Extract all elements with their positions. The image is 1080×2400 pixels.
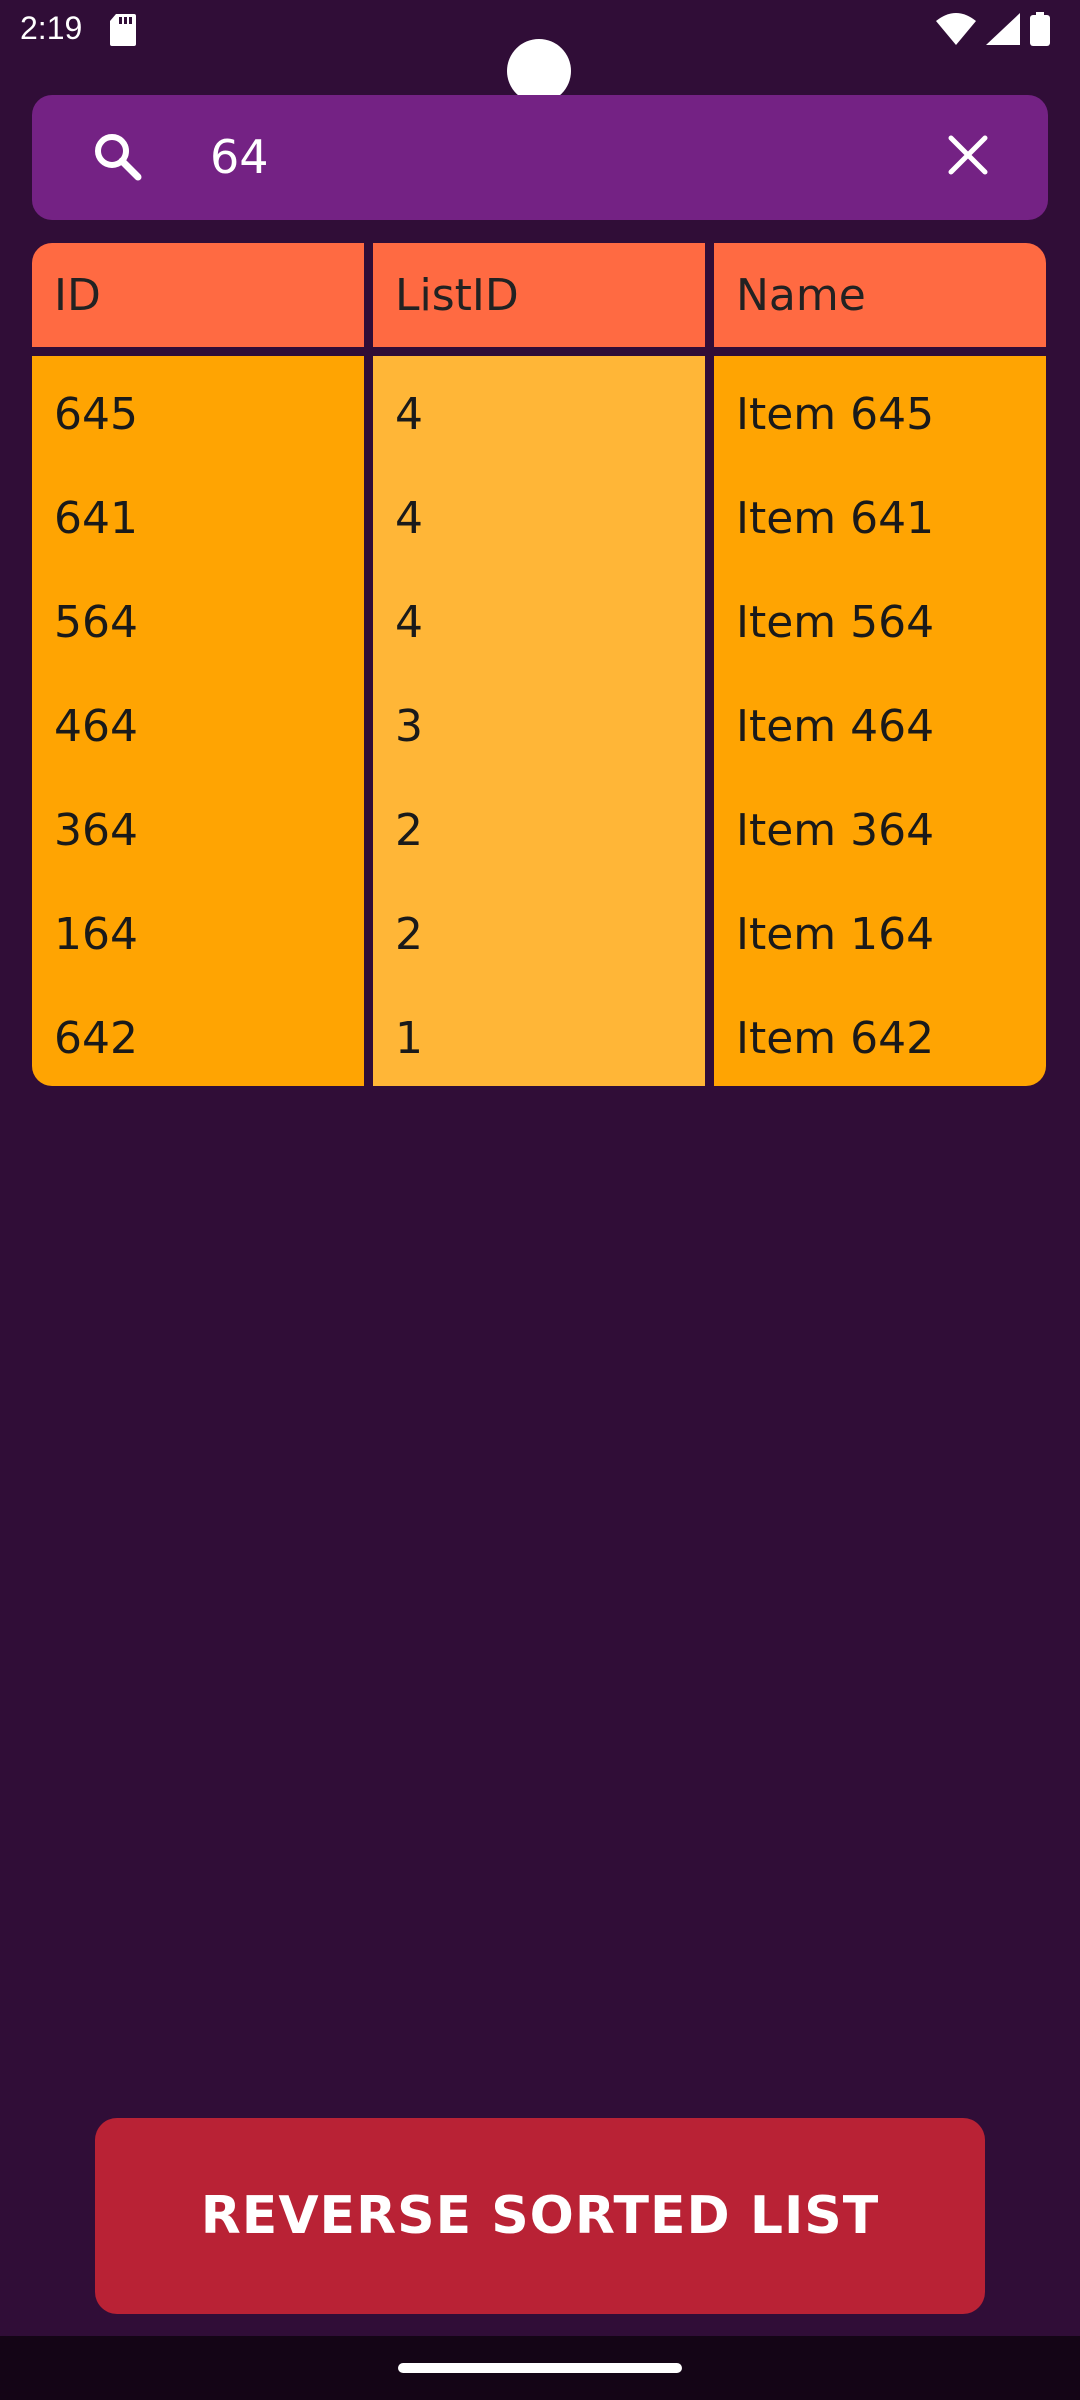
header-listid[interactable]: ListID [373,243,705,347]
cell-listid[interactable]: 4 [373,570,705,674]
battery-icon [1030,12,1050,50]
cell-name[interactable]: Item 642 [714,986,1046,1090]
status-icons [936,12,1050,50]
column-listid-cells: 4 4 4 3 2 2 1 [373,356,705,1086]
camera-cutout [507,39,571,103]
cell-id[interactable]: 464 [32,674,364,778]
sd-card-icon [110,14,136,50]
cell-name[interactable]: Item 641 [714,466,1046,570]
cell-name[interactable]: Item 564 [714,570,1046,674]
cell-listid[interactable]: 2 [373,882,705,986]
wifi-icon [936,13,976,49]
home-handle[interactable] [398,2363,682,2373]
cell-listid[interactable]: 2 [373,778,705,882]
cell-name[interactable]: Item 364 [714,778,1046,882]
header-id[interactable]: ID [32,243,364,347]
column-listid: ListID 4 4 4 3 2 2 1 [373,243,705,1086]
cell-id[interactable]: 641 [32,466,364,570]
header-name[interactable]: Name [714,243,1046,347]
cell-id[interactable]: 564 [32,570,364,674]
navigation-bar [0,2336,1080,2400]
search-icon[interactable] [90,129,146,189]
cell-signal-icon [986,13,1020,49]
search-bar[interactable] [32,95,1048,220]
close-icon[interactable] [946,133,990,181]
cell-listid[interactable]: 3 [373,674,705,778]
column-name: Name Item 645 Item 641 Item 564 Item 464… [714,243,1046,1086]
column-id-cells: 645 641 564 464 364 164 642 [32,356,364,1086]
reverse-sorted-list-button[interactable]: REVERSE SORTED LIST [95,2118,985,2314]
cell-listid[interactable]: 1 [373,986,705,1090]
column-name-cells: Item 645 Item 641 Item 564 Item 464 Item… [714,356,1046,1086]
cell-id[interactable]: 645 [32,362,364,466]
cell-listid[interactable]: 4 [373,466,705,570]
cell-id[interactable]: 364 [32,778,364,882]
cell-name[interactable]: Item 464 [714,674,1046,778]
cell-listid[interactable]: 4 [373,362,705,466]
cell-id[interactable]: 164 [32,882,364,986]
cell-name[interactable]: Item 164 [714,882,1046,986]
column-id: ID 645 641 564 464 364 164 642 [32,243,364,1086]
cell-id[interactable]: 642 [32,986,364,1090]
cell-name[interactable]: Item 645 [714,362,1046,466]
search-input[interactable] [210,119,930,195]
status-time: 2:19 [20,10,83,46]
